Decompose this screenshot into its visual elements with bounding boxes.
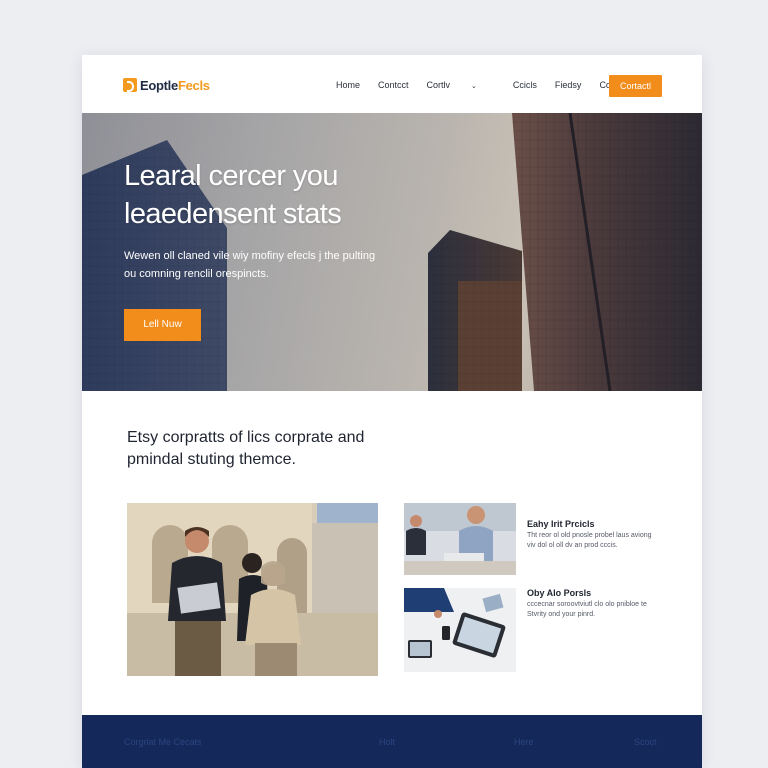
intro-heading: Etsy corpratts of lics corprate and pmin… xyxy=(127,429,365,468)
hero-banner: Learal cercer you leaedensent stats Wewe… xyxy=(82,113,702,391)
tablet-desk-photo xyxy=(404,588,516,672)
main-nav: Home Contcct Cortlv⌄ Ccicls Fiedsy Corcl… xyxy=(336,80,646,90)
side-item-title-2: Oby Alo Porsls xyxy=(527,588,592,598)
site-footer: Corgrlat Me Cecats Holt Here Scoct xyxy=(82,715,702,768)
side-item-text-1: Tht reor ol old pnosle probel laus avion… xyxy=(527,532,652,549)
logo-icon xyxy=(123,78,137,92)
footer-link-3[interactable]: Here xyxy=(514,737,534,747)
chevron-down-icon: ⌄ xyxy=(471,83,477,90)
laptop-meeting-photo xyxy=(404,503,516,575)
hero-title: Learal cercer you leaedensent stats xyxy=(124,160,342,230)
footer-link-2[interactable]: Holt xyxy=(379,737,395,747)
hero-subtitle: Wewen oll claned vile wiy mofiny efecls … xyxy=(124,250,376,280)
side-item-title-1: Eahy Irit Prcicls xyxy=(527,519,595,529)
side-item-text-2: cccecnar soroovtviutl clo olo pnibloe te… xyxy=(527,601,647,618)
webpage: EoptleFecls Home Contcct Cortlv ⌄ Ccicls … xyxy=(82,55,702,768)
nav-dropdown[interactable]: Cortlv ⌄ xyxy=(427,80,495,90)
nav-item-5[interactable]: Fiedsy xyxy=(555,80,582,90)
nav-item-4[interactable]: Ccicls xyxy=(513,80,537,90)
footer-link-1[interactable]: Corgrlat Me Cecats xyxy=(124,737,202,747)
nav-contact[interactable]: Contcct xyxy=(378,80,409,90)
nav-home[interactable]: Home xyxy=(336,80,360,90)
hero-cta-button[interactable]: Lell Nuw xyxy=(124,309,201,341)
site-header: EoptleFecls Home Contcct Cortlv ⌄ Ccicls … xyxy=(82,55,702,113)
logo-text: EoptleFecls xyxy=(140,77,210,93)
contact-button[interactable]: Cortactl xyxy=(609,75,662,97)
team-photo xyxy=(127,503,378,676)
logo[interactable]: EoptleFecls xyxy=(123,77,210,93)
footer-link-4[interactable]: Scoct xyxy=(634,737,657,747)
